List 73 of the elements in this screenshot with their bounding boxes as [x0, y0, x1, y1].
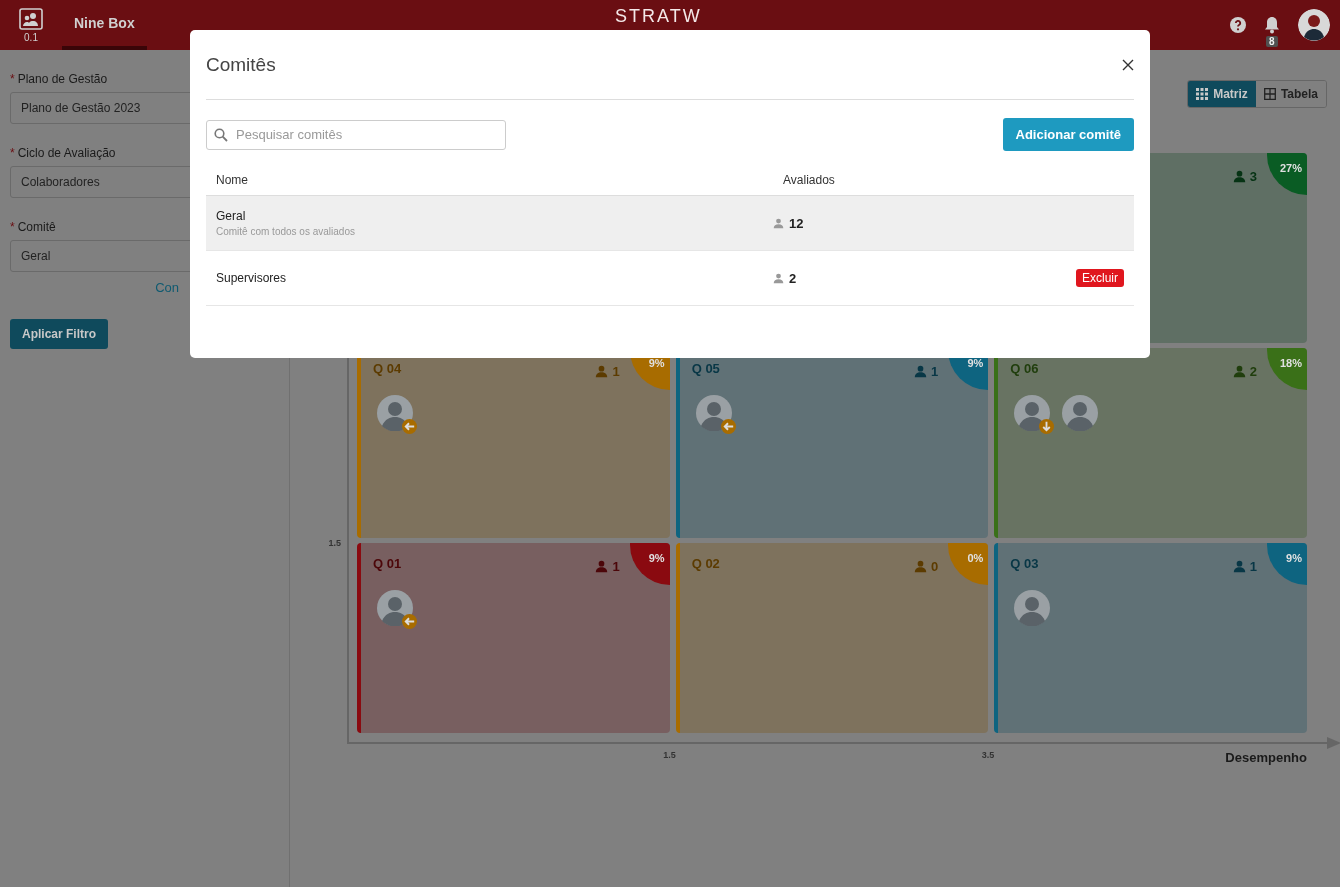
person-icon	[914, 364, 928, 378]
percent-badge: 18%	[1267, 348, 1307, 390]
person-icon	[595, 559, 609, 573]
view-toggle-button[interactable]: Matriz	[1188, 81, 1256, 107]
person-icon	[773, 272, 784, 284]
person-icon	[1232, 169, 1246, 183]
quadrant-label: Q 05	[691, 361, 720, 378]
person-icon	[1232, 559, 1246, 573]
field-label: Comitê	[17, 220, 56, 234]
person-icon	[595, 364, 609, 378]
search-icon	[214, 127, 228, 142]
people-icon[interactable]	[19, 7, 43, 30]
percent-badge: 9%	[1267, 543, 1307, 585]
people-count: 1	[595, 556, 620, 576]
avatar[interactable]	[1062, 395, 1099, 431]
person-icon	[1232, 364, 1246, 378]
table-row[interactable]: Geral Comitê com todos os avaliados 12	[206, 196, 1134, 251]
avatar[interactable]	[1014, 590, 1051, 626]
required-mark: *	[10, 146, 15, 160]
delete-button[interactable]: Excluir	[1076, 269, 1124, 287]
percent-badge: 27%	[1267, 153, 1307, 195]
logo: STRATW	[615, 6, 702, 26]
help-icon[interactable]	[1230, 17, 1246, 33]
apply-filter-button[interactable]: Aplicar Filtro	[10, 319, 108, 349]
dialog-title: Comitês	[206, 53, 276, 76]
committee-name: Geral	[216, 209, 246, 223]
people-count: 1	[1232, 556, 1257, 576]
table-icon	[1263, 88, 1276, 100]
add-committee-button[interactable]: Adicionar comitê	[1002, 118, 1134, 151]
person-icon	[914, 559, 928, 573]
required-mark: *	[10, 72, 15, 86]
quadrant-label: Q 02	[691, 556, 720, 573]
left-arrow-icon	[402, 614, 417, 629]
grid-dots-icon	[1196, 88, 1209, 100]
field-label: Plano de Gestão	[17, 72, 108, 86]
evaluated-count: 12	[773, 215, 804, 231]
left-arrow-icon	[402, 419, 417, 434]
avatar[interactable]	[377, 590, 413, 626]
search-field[interactable]: Pesquisar comitês	[206, 119, 506, 150]
user-avatar[interactable]	[1298, 9, 1330, 41]
field-label: Ciclo de Avaliação	[17, 146, 116, 160]
nav-tab[interactable]: Nine Box	[62, 0, 147, 50]
axis-tick: 3.5	[980, 750, 995, 762]
percent-badge: 9%	[629, 543, 670, 585]
column-header: Avaliados	[782, 173, 836, 187]
quadrant-label: Q 01	[373, 556, 402, 573]
axis-tick: 1.5	[327, 538, 342, 548]
committee-description: Comitê com todos os avaliados	[216, 226, 355, 237]
left-arrow-icon	[720, 419, 736, 434]
people-count: 2	[1232, 361, 1257, 381]
people-count: 0	[914, 556, 939, 576]
axis-title: Desempenho	[1224, 750, 1307, 765]
people-count: 1	[914, 361, 939, 381]
column-header: Nome	[215, 173, 249, 187]
committee-name: Supervisores	[216, 271, 287, 285]
notification-badge: 8	[1266, 36, 1278, 47]
bell-icon[interactable]	[1264, 16, 1280, 34]
percent-badge: 0%	[948, 543, 989, 585]
avatar[interactable]	[1014, 395, 1051, 431]
quadrant-label: Q 03	[1010, 556, 1039, 573]
close-icon[interactable]	[1122, 58, 1134, 71]
avatar[interactable]	[377, 395, 413, 431]
version-label: 0.1	[24, 31, 38, 43]
people-count: 1	[595, 361, 620, 381]
quadrant-label: Q 04	[373, 361, 402, 378]
required-mark: *	[10, 220, 15, 234]
axis-tick: 1.5	[662, 750, 676, 762]
person-icon	[773, 217, 784, 229]
avatar[interactable]	[695, 395, 732, 431]
quadrant-label: Q 06	[1010, 361, 1039, 378]
evaluated-count: 2	[773, 270, 797, 286]
down-arrow-icon	[1039, 419, 1055, 434]
people-count: 3	[1232, 166, 1257, 186]
